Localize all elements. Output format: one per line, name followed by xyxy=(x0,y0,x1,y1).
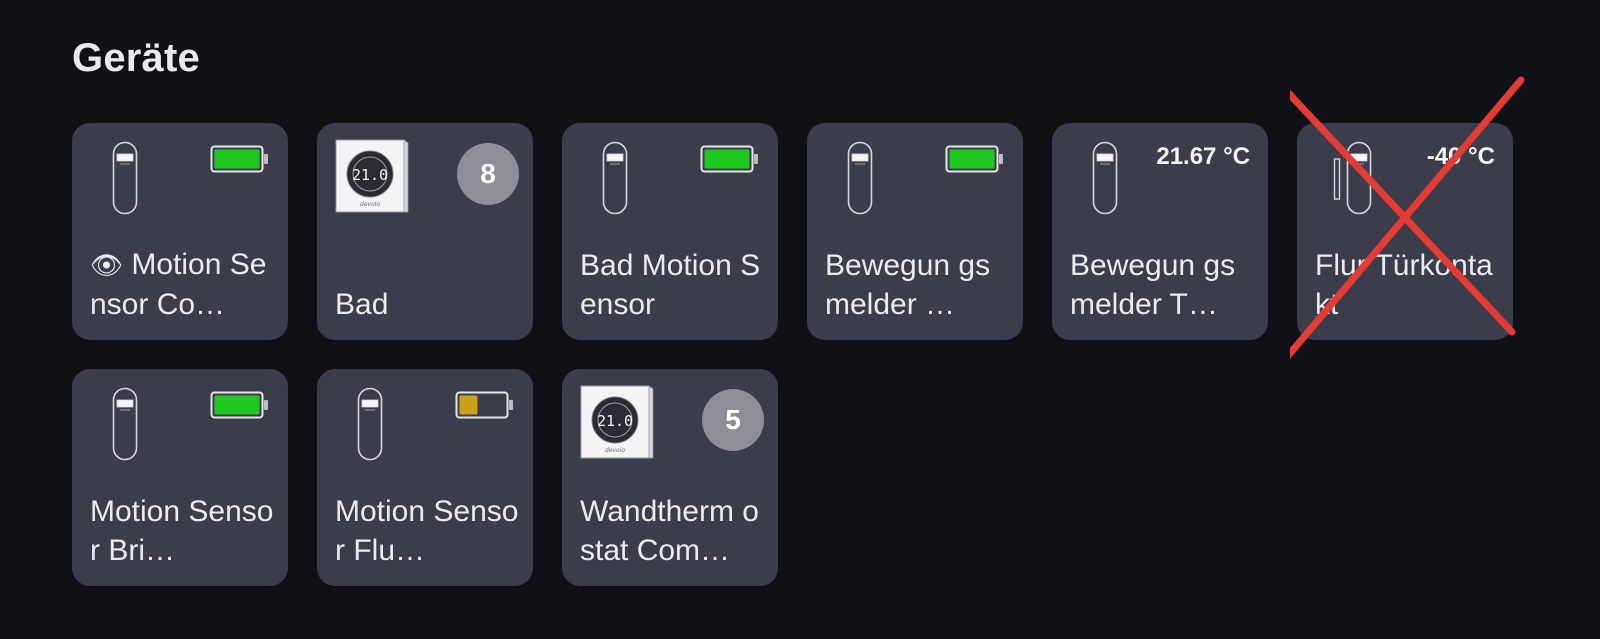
motion-sensor-icon xyxy=(602,141,628,215)
battery-icon xyxy=(210,391,268,419)
device-name: Motion Sensor Flu… xyxy=(335,495,519,567)
temperature-reading: 21.67 °C xyxy=(1156,143,1250,170)
device-tile-motion-sensor-flu[interactable]: Motion Sensor Flu… xyxy=(317,369,533,586)
battery-tip xyxy=(264,400,268,410)
device-name: Bad xyxy=(335,288,389,321)
motion-sensor-icon xyxy=(1092,141,1118,215)
device-name: Wandtherm ostat Com… xyxy=(580,495,759,567)
svg-text:21.0: 21.0 xyxy=(352,166,388,184)
device-tile-flur-tuerkontakt[interactable]: -40 °C Flur Türkontakt xyxy=(1297,123,1513,340)
battery-tip xyxy=(754,154,758,164)
device-tile-motion-sensor-co[interactable]: 👁 Motion Sensor Co… xyxy=(72,123,288,340)
battery-tip xyxy=(509,400,513,410)
device-name: Bewegun gsmelder T… xyxy=(1070,249,1236,321)
battery-fill xyxy=(459,395,478,415)
eye-icon: 👁 xyxy=(90,250,124,280)
battery-icon xyxy=(210,145,268,173)
device-tile-bewegungsmelder-1[interactable]: Bewegun gsmelder … xyxy=(807,123,1023,340)
device-name: 👁 Motion Sensor Co… xyxy=(90,248,267,321)
motion-sensor-icon xyxy=(847,141,873,215)
battery-fill xyxy=(214,149,260,169)
motion-sensor-icon xyxy=(357,387,383,461)
thermostat-icon: 21.0 devolo xyxy=(335,139,409,213)
device-name: Motion Sensor Bri… xyxy=(90,495,274,567)
count-badge: 5 xyxy=(702,389,764,451)
count-badge: 8 xyxy=(457,143,519,205)
device-tile-bad-motion-sensor[interactable]: Bad Motion Sensor xyxy=(562,123,778,340)
device-tile-motion-sensor-bri[interactable]: Motion Sensor Bri… xyxy=(72,369,288,586)
device-tile-bad[interactable]: 21.0 devolo 8 Bad xyxy=(317,123,533,340)
thermostat-icon: 21.0 devolo xyxy=(580,385,654,459)
svg-text:21.0: 21.0 xyxy=(597,412,633,430)
battery-icon xyxy=(945,145,1003,173)
battery-fill xyxy=(949,149,995,169)
section-title: Geräte xyxy=(72,36,200,80)
device-name: Bewegun gsmelder … xyxy=(825,249,991,321)
motion-sensor-icon xyxy=(112,387,138,461)
temperature-reading: -40 °C xyxy=(1426,143,1495,170)
device-name: Bad Motion Sensor xyxy=(580,249,761,321)
svg-text:devolo: devolo xyxy=(605,447,625,454)
battery-fill xyxy=(214,395,260,415)
motion-sensor-icon xyxy=(112,141,138,215)
devices-page: Geräte 👁 Motion Sensor Co… 21.0 devolo 8 xyxy=(0,0,1600,639)
battery-icon xyxy=(455,391,513,419)
battery-tip xyxy=(264,154,268,164)
device-name: Flur Türkontakt xyxy=(1315,249,1493,321)
device-grid: 👁 Motion Sensor Co… 21.0 devolo 8 Bad Ba… xyxy=(72,123,1513,586)
device-tile-wandthermostat[interactable]: 21.0 devolo 5 Wandtherm ostat Com… xyxy=(562,369,778,586)
battery-tip xyxy=(999,154,1003,164)
battery-icon xyxy=(700,145,758,173)
door-contact-icon xyxy=(1333,141,1372,215)
svg-text:devolo: devolo xyxy=(360,201,380,208)
battery-fill xyxy=(704,149,750,169)
device-tile-bewegungsmelder-2[interactable]: 21.67 °C Bewegun gsmelder T… xyxy=(1052,123,1268,340)
